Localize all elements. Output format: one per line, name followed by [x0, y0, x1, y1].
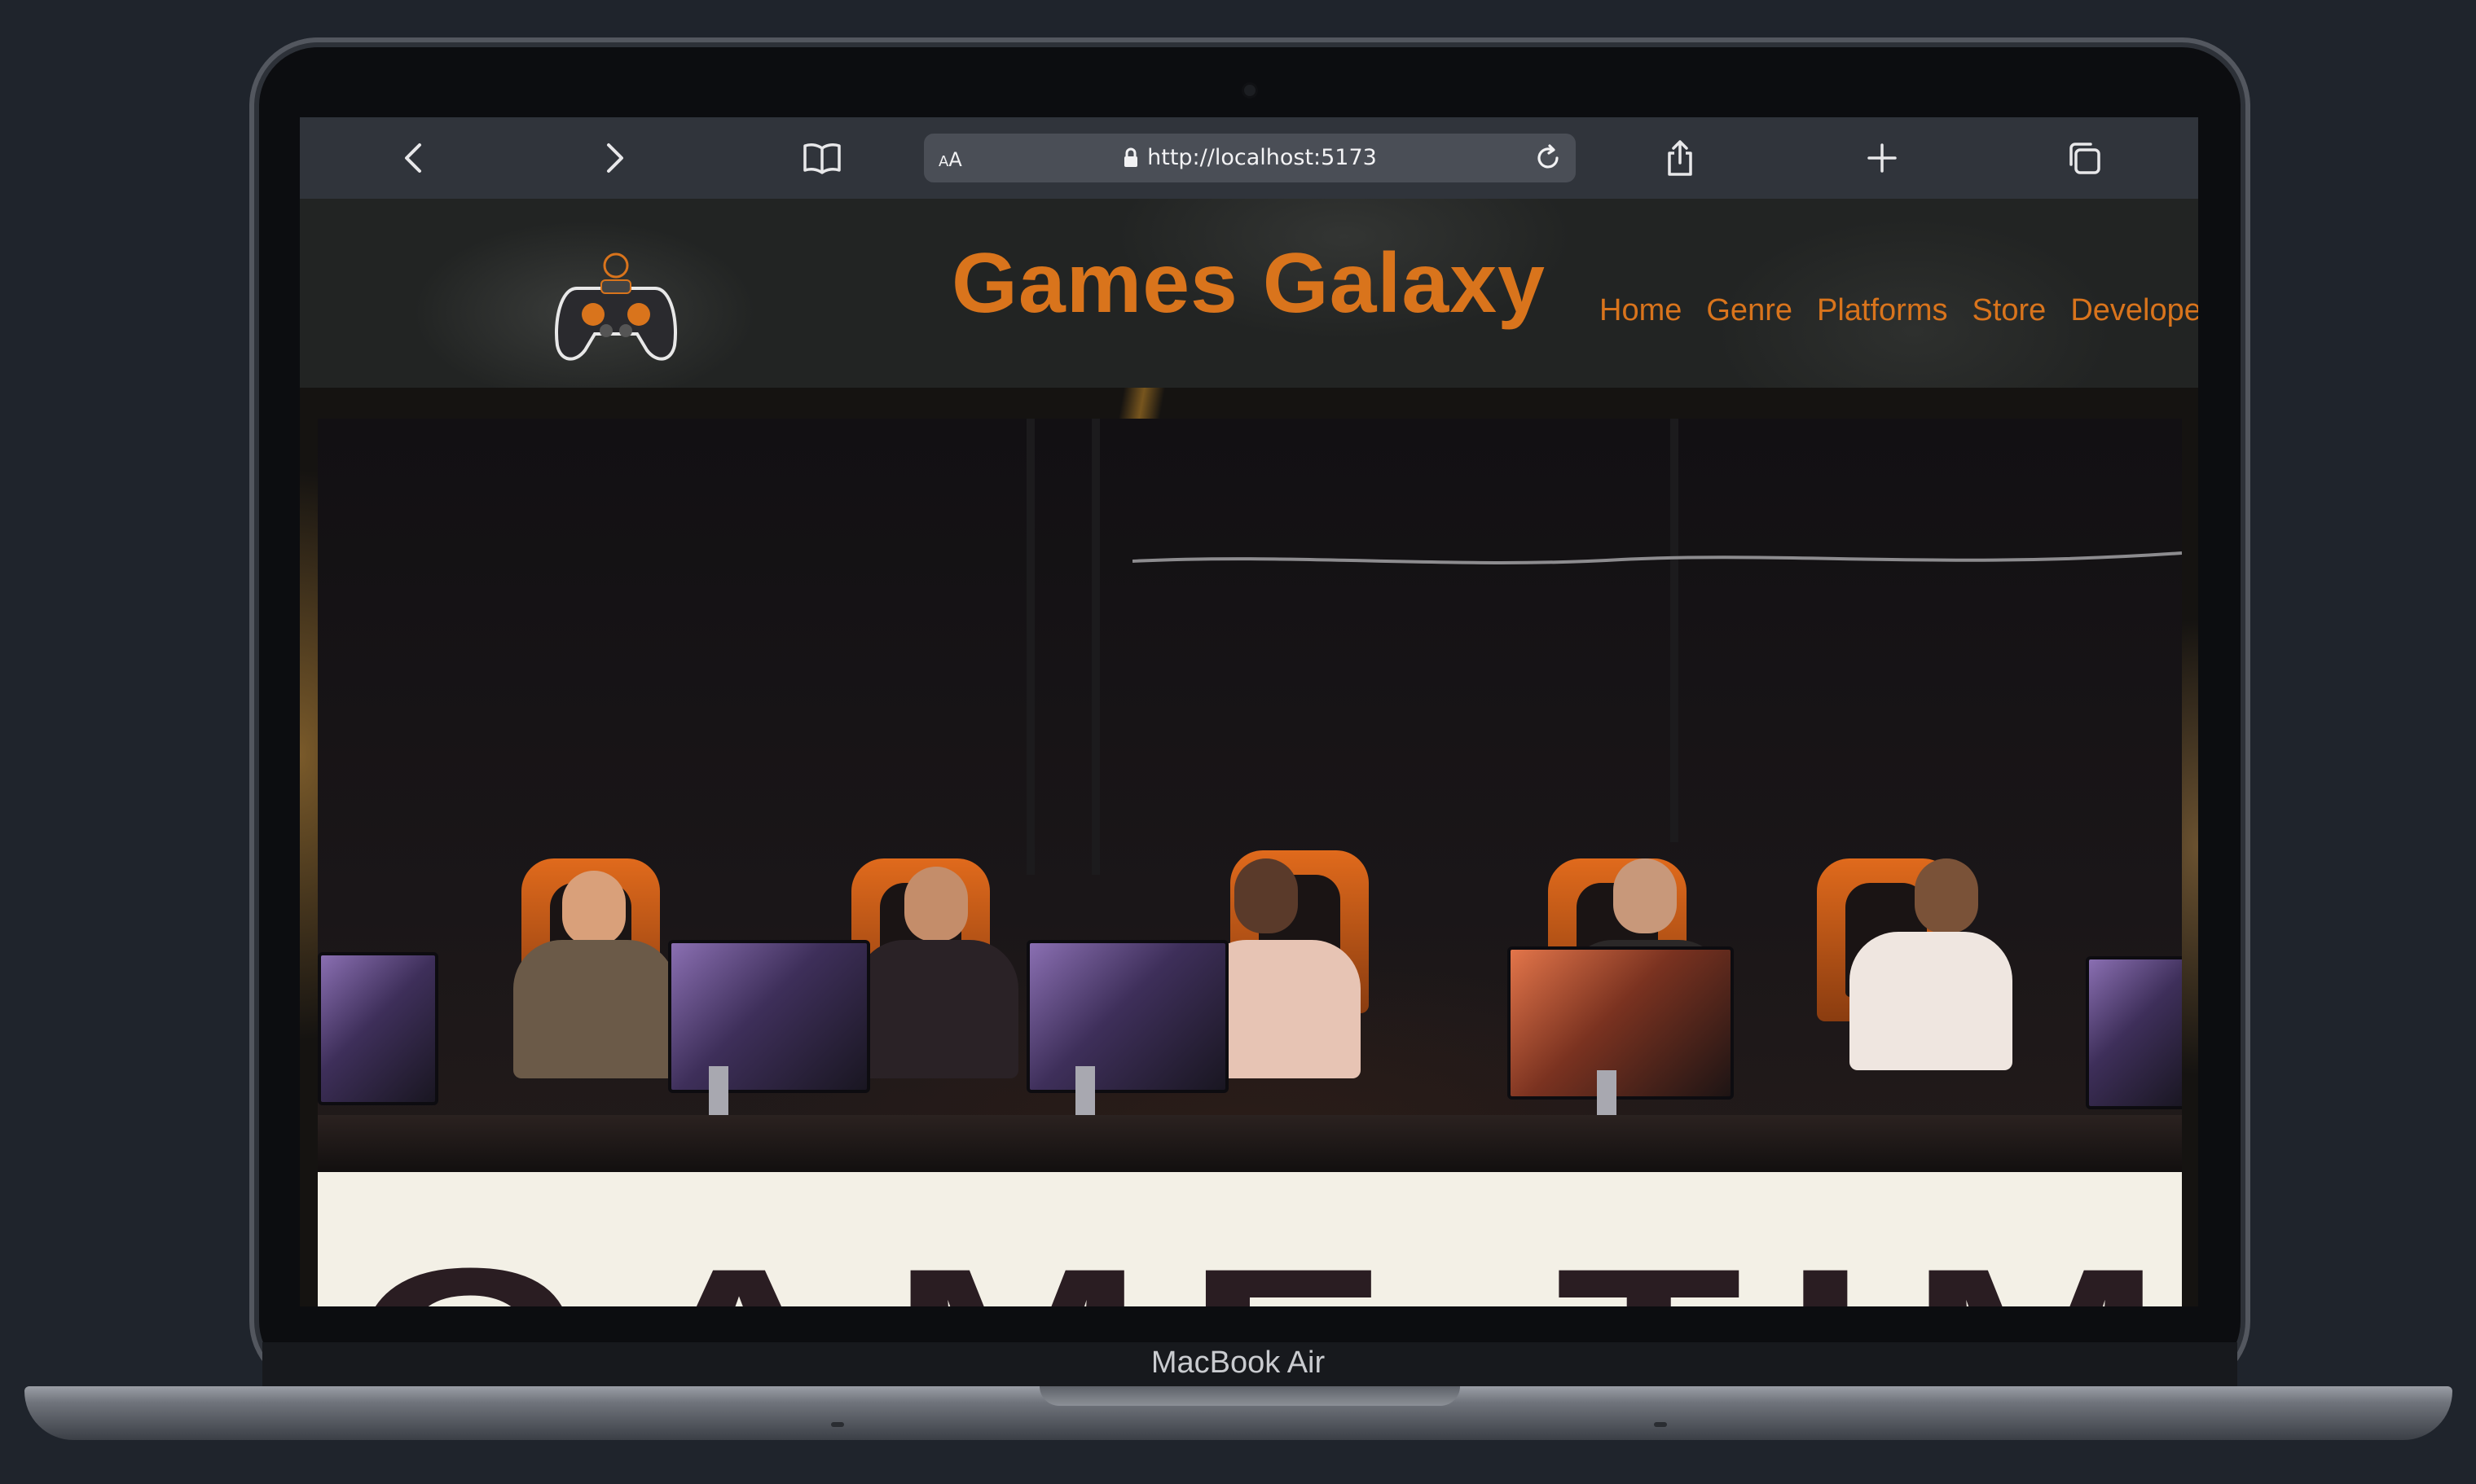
- gaming-desk: [318, 1115, 2182, 1172]
- nav-developer[interactable]: Developer: [2070, 293, 2198, 328]
- ceiling-cable: [1132, 551, 2182, 564]
- monitor: [1507, 946, 1734, 1100]
- reload-button[interactable]: [1528, 138, 1568, 178]
- banner-text: GAME TIME: [350, 1213, 2182, 1306]
- main-nav: Home Genre Platforms Store Developer: [1599, 293, 2198, 328]
- monitor: [668, 940, 870, 1093]
- camera-icon: [1244, 85, 1256, 96]
- laptop-hinge: [1040, 1386, 1460, 1406]
- address-bar[interactable]: AA http://localhost:5173: [924, 134, 1576, 182]
- stage-truss: [1670, 419, 1678, 842]
- tabs-icon: [2069, 143, 2100, 174]
- chevron-left-icon: [405, 143, 421, 173]
- monitor: [2086, 956, 2182, 1109]
- laptop-foot: [831, 1422, 844, 1427]
- reload-icon: [1537, 144, 1559, 169]
- share-button[interactable]: [1657, 135, 1703, 181]
- book-icon: [803, 143, 841, 174]
- laptop-foot: [1654, 1422, 1667, 1427]
- stage-truss: [1027, 419, 1035, 875]
- nav-platforms[interactable]: Platforms: [1817, 293, 1947, 328]
- tabs-overview-button[interactable]: [2061, 135, 2107, 181]
- bookmarks-button[interactable]: [799, 135, 845, 181]
- nav-store[interactable]: Store: [1972, 293, 2046, 328]
- back-button[interactable]: [391, 135, 437, 181]
- new-tab-button[interactable]: [1859, 135, 1905, 181]
- nav-home[interactable]: Home: [1599, 293, 1682, 328]
- chevron-right-icon: [607, 143, 623, 173]
- browser-toolbar: AA http://localhost:5173: [300, 117, 2198, 199]
- url-text: http://localhost:5173: [1147, 145, 1377, 170]
- plus-icon: [1867, 143, 1897, 173]
- forward-button[interactable]: [592, 135, 637, 181]
- lock-icon: [1124, 147, 1138, 167]
- hero-image: GAME TIME: [318, 419, 2182, 1306]
- site-title[interactable]: Games Galaxy: [952, 235, 1546, 332]
- gamepad-logo[interactable]: [544, 231, 688, 375]
- browser-screen: AA http://localhost:5173 Games Galaxy Ho…: [300, 117, 2198, 1306]
- share-icon: [1668, 140, 1692, 176]
- game-time-banner: GAME TIME: [318, 1172, 2182, 1306]
- monitor: [1027, 940, 1229, 1093]
- stage-truss: [1092, 419, 1100, 875]
- nav-genre[interactable]: Genre: [1706, 293, 1792, 328]
- monitor: [318, 952, 438, 1105]
- device-label: MacBook Air: [1150, 1346, 1326, 1380]
